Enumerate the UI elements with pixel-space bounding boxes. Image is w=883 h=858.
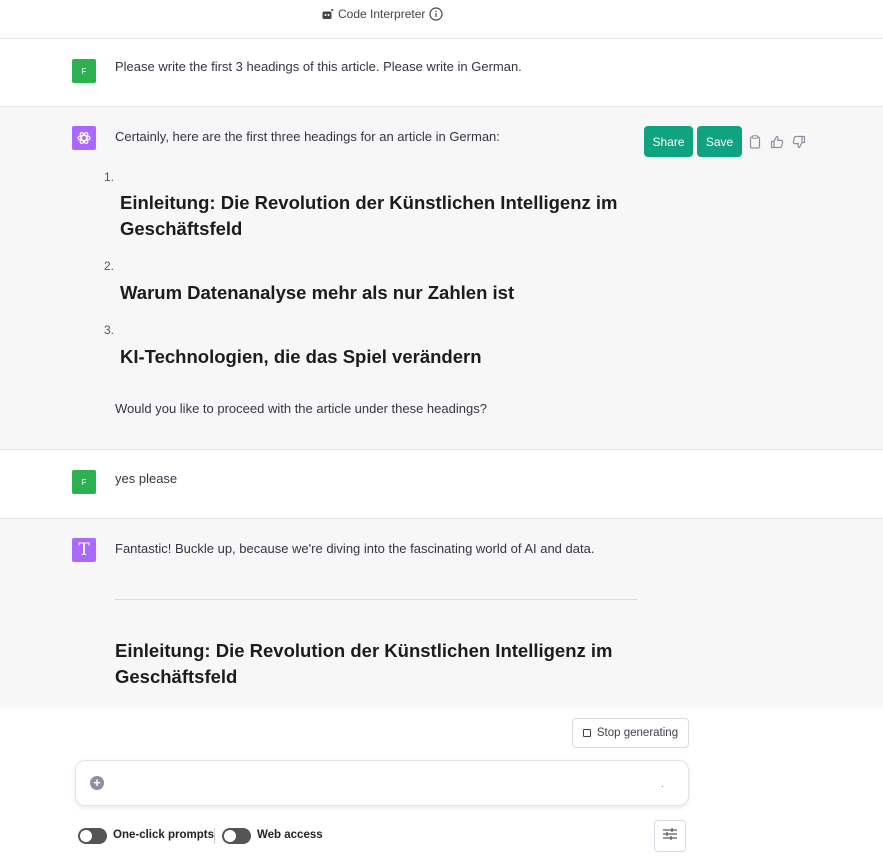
list-number: 2. [104, 259, 115, 273]
heading-line: Geschäftsfeld [115, 666, 238, 687]
list-number: 1. [104, 170, 115, 184]
heading-item: Einleitung: Die Revolution der Künstlich… [120, 190, 640, 242]
heading-item: KI-Technologien, die das Spiel verändern [120, 346, 482, 367]
info-icon[interactable] [429, 7, 443, 21]
user-avatar: F [72, 59, 96, 83]
user-avatar: F [72, 470, 96, 494]
assistant-intro: Fantastic! Buckle up, because we're divi… [115, 541, 595, 556]
toggle-knob [224, 830, 236, 842]
web-access-label: Web access [257, 829, 323, 841]
thumbs-down-icon[interactable] [791, 134, 807, 150]
toggle-knob [80, 830, 92, 842]
article-heading: Einleitung: Die Revolution der Künstlich… [115, 638, 635, 690]
assistant-avatar: T [72, 538, 96, 562]
thumbs-up-icon[interactable] [769, 134, 785, 150]
one-click-prompts-label: One-click prompts [113, 829, 214, 841]
share-button[interactable]: Share [644, 126, 693, 157]
model-label[interactable]: Code Interpreter [322, 7, 443, 21]
model-name: Code Interpreter [338, 7, 426, 21]
web-access-toggle[interactable] [222, 828, 251, 844]
copy-icon[interactable] [747, 134, 763, 150]
user-message-text: yes please [115, 471, 178, 486]
assistant-message: T Fantastic! Buckle up, because we're di… [0, 519, 883, 710]
user-message-text: Please write the first 3 headings of thi… [115, 59, 522, 74]
heading-line: Geschäftsfeld [120, 218, 243, 239]
message-input[interactable]: + . [75, 760, 689, 806]
plus-icon[interactable]: + [90, 776, 104, 790]
horizontal-divider [115, 599, 637, 600]
save-button[interactable]: Save [697, 126, 742, 157]
assistant-outro: Would you like to proceed with the artic… [115, 401, 487, 416]
assistant-intro: Certainly, here are the first three head… [115, 129, 500, 144]
settings-sliders-button[interactable] [654, 820, 686, 852]
code-interpreter-icon [322, 8, 334, 20]
heading-line: Einleitung: Die Revolution der Künstlich… [115, 640, 613, 661]
chatgpt-logo-icon [72, 126, 96, 150]
list-number: 3. [104, 323, 115, 337]
user-message: F Please write the first 3 headings of t… [0, 39, 883, 107]
stop-generating-label: Stop generating [596, 727, 679, 739]
heading-line: Einleitung: Die Revolution der Künstlich… [120, 192, 618, 213]
heading-item: Warum Datenanalyse mehr als nur Zahlen i… [120, 282, 515, 303]
stop-generating-button[interactable]: Stop generating [572, 718, 689, 748]
assistant-message: Certainly, here are the first three head… [0, 107, 883, 450]
user-message: F yes please [0, 450, 883, 519]
one-click-prompts-toggle[interactable] [78, 828, 107, 844]
stop-icon [582, 729, 591, 737]
composer-dot: . [661, 779, 664, 790]
top-bar: Code Interpreter [0, 0, 883, 39]
separator [214, 828, 215, 844]
sliders-icon [662, 827, 678, 846]
